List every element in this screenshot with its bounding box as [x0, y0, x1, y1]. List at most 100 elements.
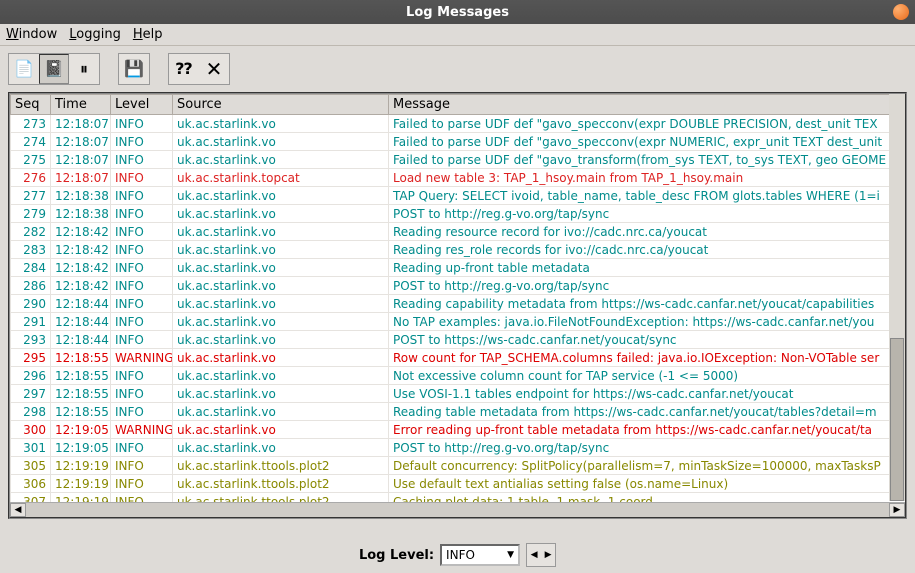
cell-time: 12:18:55: [51, 385, 111, 403]
cell-message: Row count for TAP_SCHEMA.columns failed:…: [389, 349, 906, 367]
table-row[interactable]: 29812:18:55INFOuk.ac.starlink.voReading …: [11, 403, 906, 421]
cell-level: INFO: [111, 475, 173, 493]
table-row[interactable]: 28212:18:42INFOuk.ac.starlink.voReading …: [11, 223, 906, 241]
table-row[interactable]: 30512:19:19INFOuk.ac.starlink.ttools.plo…: [11, 457, 906, 475]
cell-source: uk.ac.starlink.vo: [173, 223, 389, 241]
table-row[interactable]: 30612:19:19INFOuk.ac.starlink.ttools.plo…: [11, 475, 906, 493]
cell-level: INFO: [111, 223, 173, 241]
chevron-down-icon: ▼: [507, 550, 514, 560]
cell-time: 12:18:38: [51, 205, 111, 223]
table-row[interactable]: 29712:18:55INFOuk.ac.starlink.voUse VOSI…: [11, 385, 906, 403]
cell-level: INFO: [111, 403, 173, 421]
cell-level: INFO: [111, 313, 173, 331]
table-row[interactable]: 28412:18:42INFOuk.ac.starlink.voReading …: [11, 259, 906, 277]
cell-time: 12:18:42: [51, 223, 111, 241]
cell-time: 12:18:55: [51, 349, 111, 367]
cell-level: INFO: [111, 493, 173, 503]
cell-source: uk.ac.starlink.ttools.plot2: [173, 493, 389, 503]
menu-logging[interactable]: Logging: [69, 27, 121, 42]
col-message[interactable]: Message: [389, 95, 906, 115]
cell-source: uk.ac.starlink.vo: [173, 205, 389, 223]
col-time[interactable]: Time: [51, 95, 111, 115]
cell-message: Not excessive column count for TAP servi…: [389, 367, 906, 385]
table-row[interactable]: 29512:18:55WARNINGuk.ac.starlink.voRow c…: [11, 349, 906, 367]
table-row[interactable]: 29112:18:44INFOuk.ac.starlink.voNo TAP e…: [11, 313, 906, 331]
pause-icon[interactable]: ⏸: [69, 54, 99, 84]
cell-seq: 284: [11, 259, 51, 277]
cell-seq: 283: [11, 241, 51, 259]
cell-time: 12:18:42: [51, 259, 111, 277]
cell-level: INFO: [111, 367, 173, 385]
cell-source: uk.ac.starlink.vo: [173, 313, 389, 331]
table-row[interactable]: 27612:18:07INFOuk.ac.starlink.topcatLoad…: [11, 169, 906, 187]
table-row[interactable]: 29612:18:55INFOuk.ac.starlink.voNot exce…: [11, 367, 906, 385]
cell-seq: 279: [11, 205, 51, 223]
table-row[interactable]: 30112:19:05INFOuk.ac.starlink.voPOST to …: [11, 439, 906, 457]
table-row[interactable]: 28612:18:42INFOuk.ac.starlink.voPOST to …: [11, 277, 906, 295]
cell-source: uk.ac.starlink.vo: [173, 133, 389, 151]
step-left-icon[interactable]: ◀: [527, 544, 541, 566]
scroll-right-icon[interactable]: ▶: [889, 503, 905, 517]
cell-source: uk.ac.starlink.vo: [173, 385, 389, 403]
table-row[interactable]: 28312:18:42INFOuk.ac.starlink.voReading …: [11, 241, 906, 259]
cell-seq: 293: [11, 331, 51, 349]
close-icon[interactable]: [893, 4, 909, 20]
vertical-scrollbar[interactable]: [889, 94, 905, 501]
table-row[interactable]: 27512:18:07INFOuk.ac.starlink.voFailed t…: [11, 151, 906, 169]
logbook-icon[interactable]: 📓: [39, 54, 69, 84]
col-source[interactable]: Source: [173, 95, 389, 115]
cell-seq: 301: [11, 439, 51, 457]
close-button-icon[interactable]: ✕: [199, 54, 229, 84]
table-scroll[interactable]: Seq Time Level Source Message 27312:18:0…: [10, 94, 905, 502]
cell-source: uk.ac.starlink.vo: [173, 187, 389, 205]
table-row[interactable]: 27412:18:07INFOuk.ac.starlink.voFailed t…: [11, 133, 906, 151]
new-doc-icon[interactable]: 📄: [9, 54, 39, 84]
table-row[interactable]: 30012:19:05WARNINGuk.ac.starlink.voError…: [11, 421, 906, 439]
table-row[interactable]: 27312:18:07INFOuk.ac.starlink.voFailed t…: [11, 115, 906, 133]
cell-message: Reading res_role records for ivo://cadc.…: [389, 241, 906, 259]
cell-time: 12:18:44: [51, 331, 111, 349]
cell-time: 12:19:05: [51, 421, 111, 439]
step-right-icon[interactable]: ▶: [541, 544, 555, 566]
cell-seq: 291: [11, 313, 51, 331]
cell-time: 12:19:19: [51, 457, 111, 475]
cell-time: 12:18:44: [51, 313, 111, 331]
cell-time: 12:18:55: [51, 367, 111, 385]
cell-seq: 277: [11, 187, 51, 205]
table-row[interactable]: 27912:18:38INFOuk.ac.starlink.voPOST to …: [11, 205, 906, 223]
cell-seq: 295: [11, 349, 51, 367]
col-level[interactable]: Level: [111, 95, 173, 115]
cell-seq: 282: [11, 223, 51, 241]
level-stepper: ◀ ▶: [526, 543, 556, 567]
table-row[interactable]: 29312:18:44INFOuk.ac.starlink.voPOST to …: [11, 331, 906, 349]
col-seq[interactable]: Seq: [11, 95, 51, 115]
table-row[interactable]: 30712:19:19INFOuk.ac.starlink.ttools.plo…: [11, 493, 906, 503]
cell-seq: 305: [11, 457, 51, 475]
cell-source: uk.ac.starlink.vo: [173, 295, 389, 313]
log-level-select[interactable]: INFO ▼: [440, 544, 520, 566]
menu-window[interactable]: Window: [6, 27, 57, 42]
table-row[interactable]: 27712:18:38INFOuk.ac.starlink.voTAP Quer…: [11, 187, 906, 205]
cell-level: INFO: [111, 259, 173, 277]
log-level-value: INFO: [446, 548, 475, 562]
cell-time: 12:18:42: [51, 241, 111, 259]
cell-message: Default concurrency: SplitPolicy(paralle…: [389, 457, 906, 475]
cell-source: uk.ac.starlink.vo: [173, 367, 389, 385]
cell-message: Failed to parse UDF def "gavo_specconv(e…: [389, 115, 906, 133]
menu-help[interactable]: Help: [133, 27, 163, 42]
cell-time: 12:18:07: [51, 133, 111, 151]
cell-source: uk.ac.starlink.topcat: [173, 169, 389, 187]
cell-source: uk.ac.starlink.vo: [173, 277, 389, 295]
cell-level: INFO: [111, 439, 173, 457]
scroll-left-icon[interactable]: ◀: [10, 503, 26, 517]
horizontal-scrollbar[interactable]: ◀ ▶: [10, 502, 905, 517]
cell-time: 12:18:07: [51, 115, 111, 133]
cell-source: uk.ac.starlink.vo: [173, 349, 389, 367]
cell-time: 12:18:07: [51, 151, 111, 169]
table-row[interactable]: 29012:18:44INFOuk.ac.starlink.voReading …: [11, 295, 906, 313]
help-icon[interactable]: ⁇: [169, 54, 199, 84]
save-icon[interactable]: 💾: [119, 54, 149, 84]
cell-level: INFO: [111, 205, 173, 223]
cell-message: Reading table metadata from https://ws-c…: [389, 403, 906, 421]
cell-message: Use default text antialias setting false…: [389, 475, 906, 493]
